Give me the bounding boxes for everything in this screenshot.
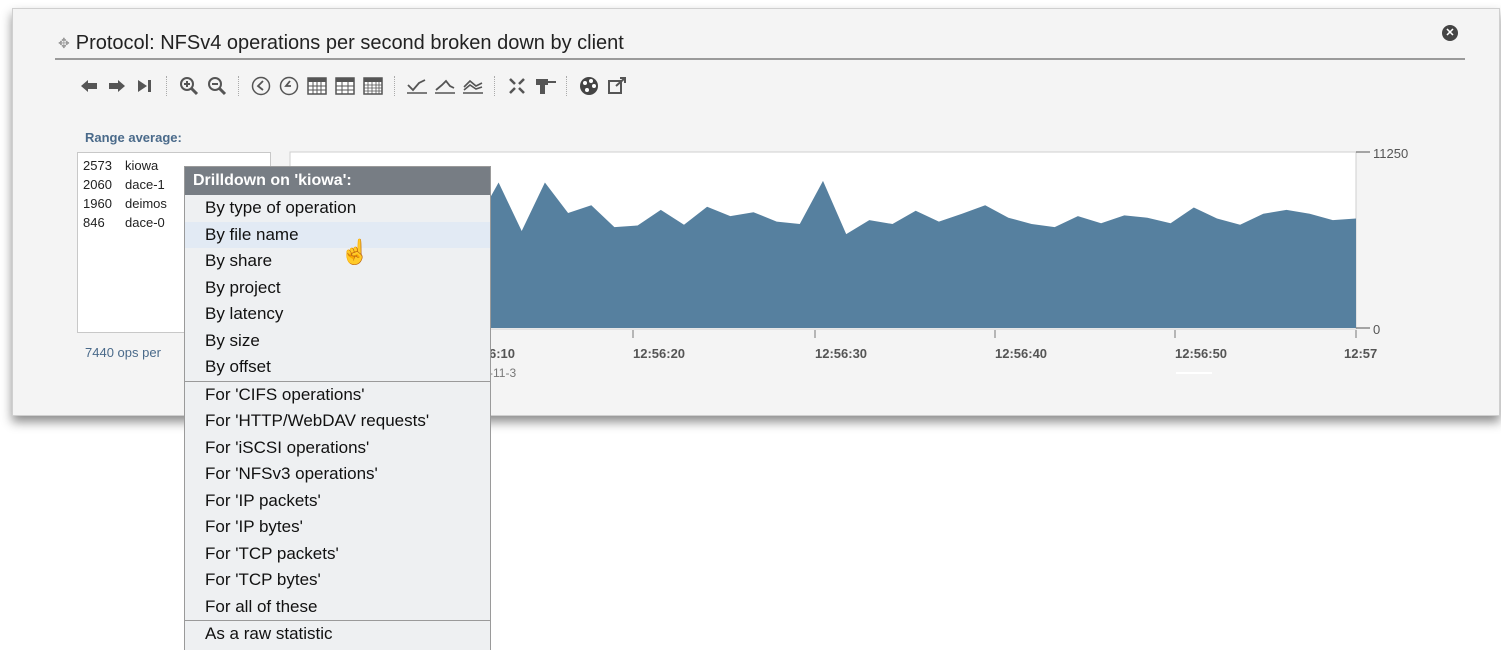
drilldown-menu: Drilldown on 'kiowa': By type of operati… — [184, 166, 491, 650]
menu-item[interactable]: By file name — [185, 221, 490, 248]
x-tick-label: 6:10 — [489, 346, 515, 361]
menu-item[interactable]: For all of these — [185, 594, 490, 621]
x-tick-label: 12:56:30 — [815, 346, 867, 361]
menu-item[interactable]: For 'iSCSI operations' — [185, 435, 490, 462]
menu-item[interactable]: For 'NFSv3 operations' — [185, 461, 490, 488]
x-tick-label: 12:56:20 — [633, 346, 685, 361]
menu-item[interactable]: As a raw statistic — [185, 621, 490, 648]
drilldown-menu-header: Drilldown on 'kiowa': — [185, 167, 490, 195]
x-tick-label: 12:56:40 — [995, 346, 1047, 361]
menu-item[interactable]: By size — [185, 328, 490, 355]
menu-item[interactable]: By share — [185, 248, 490, 275]
menu-item[interactable]: For 'CIFS operations' — [185, 382, 490, 409]
y-max-label: 11250 — [1373, 146, 1408, 161]
x-date-label: -11-3 — [489, 366, 516, 380]
x-axis-ticks: 6:10 12:56:20 12:56:30 12:56:40 12:56:50 12:5… — [454, 330, 1377, 361]
hand-cursor-icon: ☝ — [340, 239, 370, 266]
y-min-label: 0 — [1373, 322, 1380, 337]
menu-item[interactable]: For 'HTTP/WebDAV requests' — [185, 408, 490, 435]
x-tick-label: 12:56:50 — [1175, 346, 1227, 361]
menu-item[interactable]: By latency — [185, 301, 490, 328]
menu-item[interactable]: For 'TCP packets' — [185, 541, 490, 568]
menu-item[interactable]: By offset — [185, 354, 490, 381]
menu-item[interactable]: For 'TCP bytes' — [185, 567, 490, 594]
x-tick-label: 12:57 — [1344, 346, 1377, 361]
menu-item[interactable]: For 'IP packets' — [185, 488, 490, 515]
menu-item[interactable]: By type of operation — [185, 195, 490, 222]
menu-item[interactable]: By project — [185, 275, 490, 302]
menu-item[interactable]: For 'IP bytes' — [185, 514, 490, 541]
